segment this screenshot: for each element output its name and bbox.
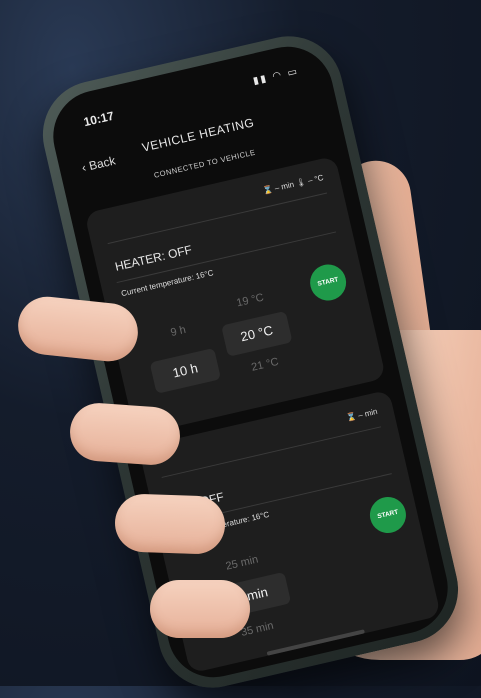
heater-status-title: HEATER: OFF bbox=[113, 242, 194, 274]
status-icons: ▮▮ ◠ ▭ bbox=[252, 65, 301, 88]
finger bbox=[68, 401, 182, 467]
divider bbox=[107, 192, 328, 245]
finger bbox=[150, 580, 250, 638]
temp-picker-next[interactable]: 21 °C bbox=[234, 352, 295, 377]
heater-current-temp: Current temperature: 16°C bbox=[120, 268, 215, 299]
status-time: 10:17 bbox=[82, 108, 116, 130]
temp-picker-selected[interactable]: 20 °C bbox=[221, 310, 293, 357]
heater-meta: ⌛ – min 🌡 – °C bbox=[261, 172, 325, 196]
temp-picker-prev[interactable]: 19 °C bbox=[220, 288, 281, 313]
hours-picker-prev[interactable]: 9 h bbox=[153, 320, 204, 343]
divider bbox=[161, 426, 382, 478]
fan-meta: ⌛ – min bbox=[345, 406, 379, 423]
heater-card: ⌛ – min 🌡 – °C HEATER: OFF Current tempe… bbox=[84, 155, 387, 436]
heater-start-button[interactable]: START bbox=[306, 260, 350, 305]
minutes-picker-prev[interactable]: 25 min bbox=[207, 549, 278, 576]
phone-screen: 10:17 ▮▮ ◠ ▭ ‹ Back VEHICLE HEATING CONN… bbox=[44, 37, 457, 687]
phone-device: 10:17 ▮▮ ◠ ▭ ‹ Back VEHICLE HEATING CONN… bbox=[32, 25, 469, 698]
fan-start-button[interactable]: START bbox=[366, 493, 410, 537]
hours-picker-selected[interactable]: 10 h bbox=[149, 347, 222, 394]
finger bbox=[114, 493, 226, 555]
